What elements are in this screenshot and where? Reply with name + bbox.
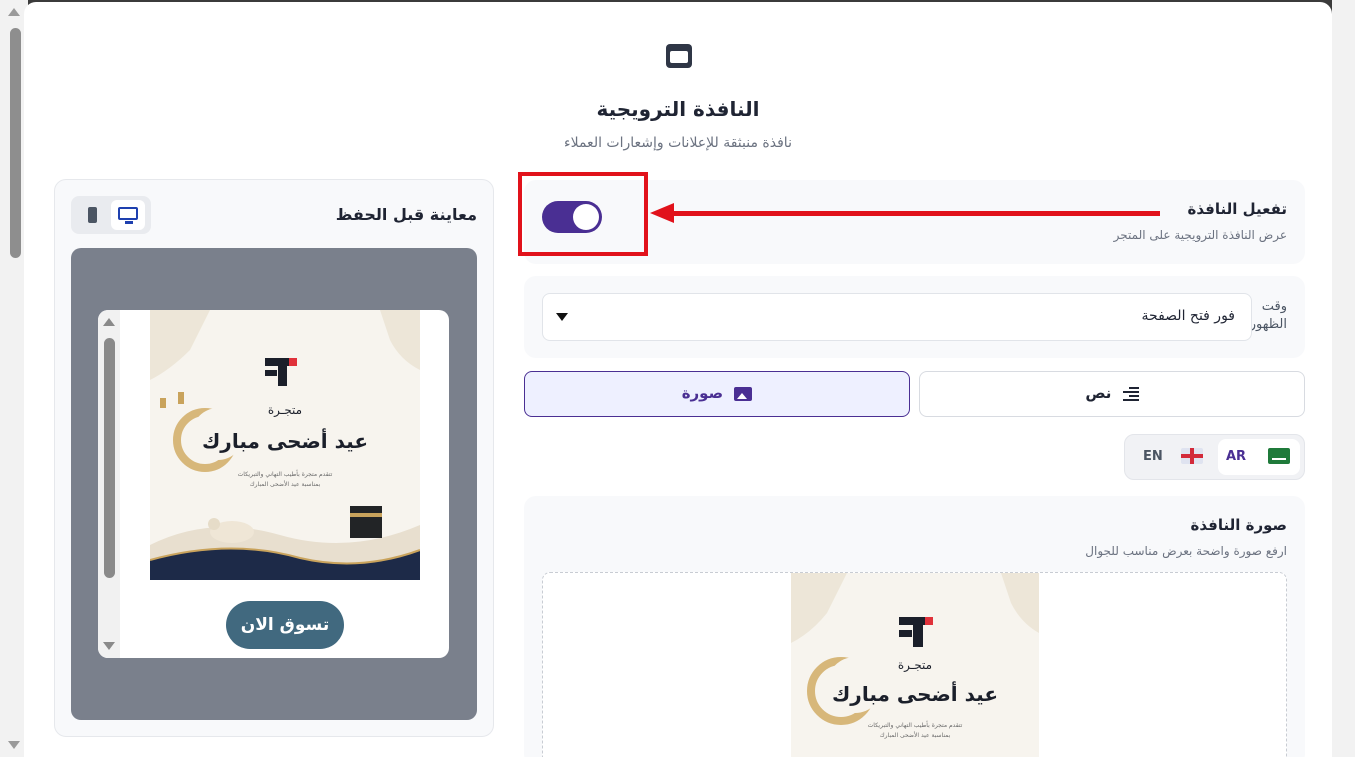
device-toggle: [71, 196, 151, 234]
modal-subtitle: نافذة منبثقة للإعلانات وإشعارات العملاء: [564, 135, 792, 151]
display-time-card: وقت الظهور فور فتح الصفحة: [524, 276, 1305, 358]
promo-popup-modal: النافذة الترويجية نافذة منبثقة للإعلانات…: [24, 2, 1332, 757]
upload-headline-text: عيد أضحى مبارك: [832, 680, 998, 706]
mobile-icon: [88, 207, 97, 223]
image-upload-area[interactable]: متجـرة عيد أضحى مبارك تتقدم متجرة بأطيب …: [542, 572, 1287, 757]
popup-preview: متجـرة عيد أضحى مبارك تتقدم متجرة بأطيب …: [98, 310, 449, 658]
text-lines-icon: [1122, 386, 1139, 401]
popup-image-description: ارفع صورة واضحة بعرض مناسب للجوال: [1085, 544, 1287, 558]
preview-title: معاينة قبل الحفظ: [335, 205, 477, 224]
page-scrollbar-thumb[interactable]: [10, 28, 21, 258]
display-time-label: وقت الظهور: [1249, 299, 1287, 332]
upload-brand-text: متجـرة: [898, 658, 932, 673]
language-en-button[interactable]: EN: [1131, 439, 1213, 475]
popup-scroll-down-icon[interactable]: [103, 642, 115, 650]
content-type-text-label: نص: [1085, 384, 1112, 402]
language-switch: EN AR: [1124, 434, 1305, 480]
image-body-line2: بمناسبة عيد الأضحى المبارك: [250, 480, 321, 488]
background-page-right: [1332, 0, 1355, 757]
desktop-preview-button[interactable]: [111, 200, 145, 230]
eid-greeting-image: متجـرة عيد أضحى مبارك تتقدم متجرة بأطيب …: [150, 310, 420, 580]
saudi-flag-icon: [1268, 448, 1290, 464]
language-ar-label: AR: [1226, 449, 1247, 464]
toggle-knob: [573, 204, 599, 230]
image-icon: [734, 386, 753, 401]
image-body-line1: تتقدم متجرة بأطيب التهاني والتبريكات: [238, 469, 333, 478]
upload-body-line1: تتقدم متجرة بأطيب التهاني والتبريكات: [868, 720, 963, 729]
activation-label: تفعيل النافذة: [1187, 200, 1288, 218]
text-button-inner: نص: [920, 384, 1304, 402]
caret-down-icon: [556, 313, 568, 321]
image-brand-text: متجـرة: [268, 403, 302, 418]
scroll-down-arrow-icon[interactable]: [8, 741, 20, 749]
popup-image-card: صورة النافذة ارفع صورة واضحة بعرض مناسب …: [524, 496, 1305, 757]
display-time-select[interactable]: فور فتح الصفحة: [542, 293, 1252, 341]
window-icon: [666, 44, 692, 68]
uk-flag-icon: [1181, 448, 1203, 464]
popup-image-label: صورة النافذة: [1190, 516, 1287, 534]
mobile-preview-button[interactable]: [75, 200, 109, 230]
popup-scrollbar[interactable]: [98, 310, 120, 658]
preview-backdrop: متجـرة عيد أضحى مبارك تتقدم متجرة بأطيب …: [71, 248, 477, 720]
shop-now-button[interactable]: تسوق الان: [226, 601, 344, 649]
scroll-up-arrow-icon[interactable]: [8, 8, 20, 16]
image-headline-text: عيد أضحى مبارك: [202, 427, 368, 453]
uploaded-eid-image: متجـرة عيد أضحى مبارك تتقدم متجرة بأطيب …: [791, 573, 1039, 757]
annotation-arrow-head-icon: [650, 203, 674, 223]
upload-body-line2: بمناسبة عيد الأضحى المبارك: [880, 731, 951, 739]
popup-scrollbar-thumb[interactable]: [104, 338, 115, 578]
activation-toggle[interactable]: [542, 201, 602, 233]
annotation-arrow-line: [672, 211, 1160, 216]
preview-panel: معاينة قبل الحفظ متجـرة عيد أضحى مبارك ت…: [54, 179, 494, 737]
desktop-icon: [118, 207, 138, 224]
activation-description: عرض النافذة الترويجية على المتجر: [1113, 228, 1287, 242]
display-time-value: فور فتح الصفحة: [1141, 308, 1235, 324]
image-button-inner: صورة: [525, 384, 909, 402]
modal-title: النافذة الترويجية: [596, 97, 760, 121]
content-type-text-button[interactable]: نص: [919, 371, 1305, 417]
language-ar-button[interactable]: AR: [1218, 439, 1300, 475]
content-type-image-label: صورة: [681, 384, 724, 402]
language-en-label: EN: [1143, 449, 1163, 464]
content-type-image-button[interactable]: صورة: [524, 371, 910, 417]
popup-scroll-up-icon[interactable]: [103, 318, 115, 326]
